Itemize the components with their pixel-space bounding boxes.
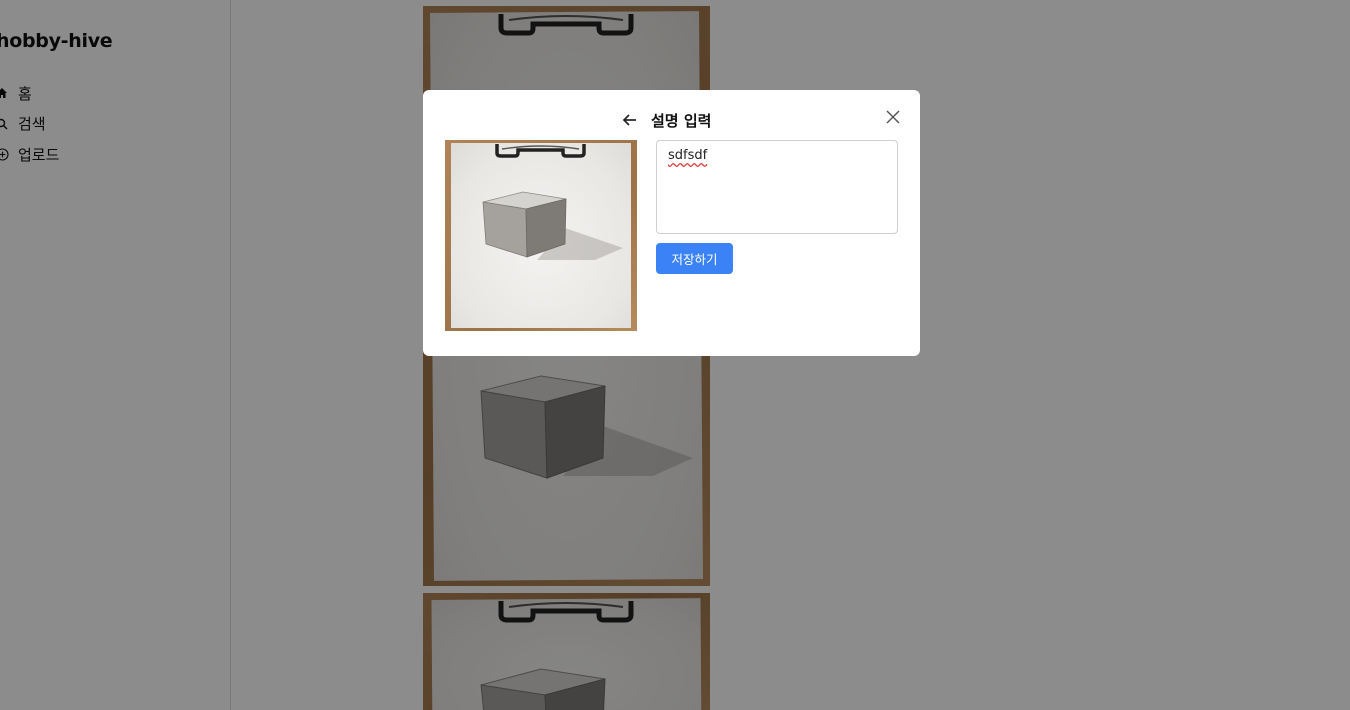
save-button[interactable]: 저장하기: [656, 243, 733, 274]
description-value: sdfsdf: [668, 148, 708, 163]
close-icon[interactable]: [884, 108, 902, 126]
image-preview: [445, 140, 637, 331]
clipboard-sketch-illustration: [482, 144, 623, 260]
modal-title: 설명 입력: [651, 112, 712, 130]
description-modal: 설명 입력 sdfsdf 저장하기: [423, 90, 920, 356]
description-textarea[interactable]: sdfsdf: [656, 140, 898, 234]
arrow-left-icon[interactable]: [621, 111, 639, 129]
